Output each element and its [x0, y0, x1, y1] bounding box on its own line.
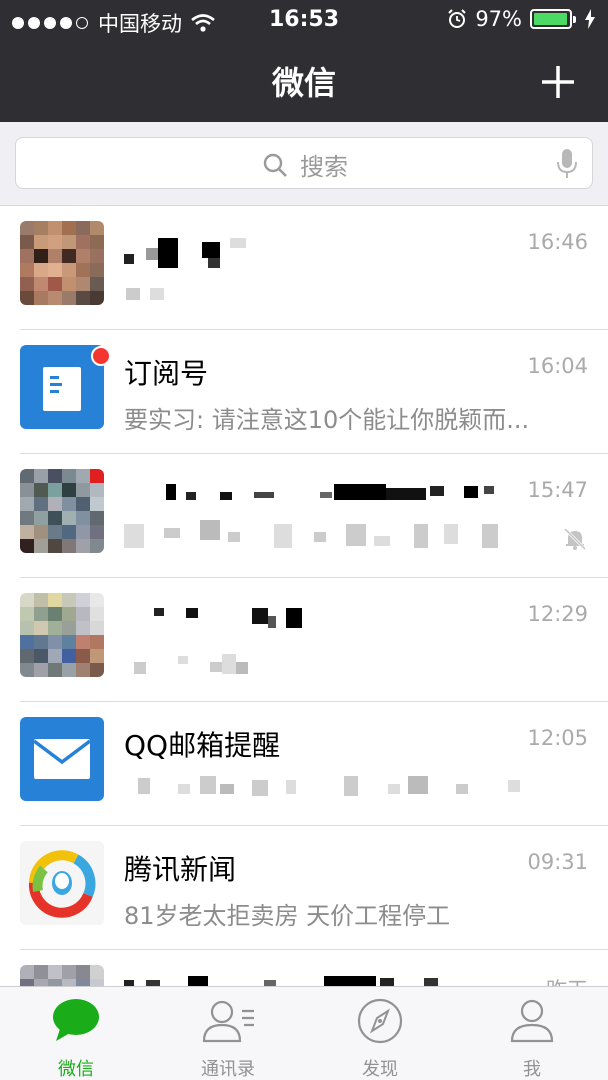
chat-preview: 要实习: 请注意这10个能让你脱颖而...	[124, 406, 530, 434]
blurred-name	[124, 238, 246, 300]
chat-row[interactable]: 16:46	[0, 206, 608, 330]
chat-time: 16:04	[527, 354, 588, 378]
chat-row[interactable]: 12:29	[0, 578, 608, 702]
tab-me[interactable]: 我	[456, 987, 608, 1080]
chat-time: 15:47	[527, 478, 588, 502]
nav-bar: 微信	[0, 40, 608, 122]
tab-label: 通讯录	[201, 1059, 255, 1080]
tab-chats[interactable]: 微信	[0, 987, 152, 1080]
blurred-preview	[138, 776, 520, 796]
search-icon	[263, 153, 287, 177]
contacts-icon	[202, 1000, 254, 1043]
status-bar: 中国移动 16:53 97%	[0, 0, 608, 40]
battery-percent: 97%	[475, 7, 522, 31]
envelope-icon	[32, 739, 92, 779]
chat-row[interactable]: 腾讯新闻 81岁老太拒卖房 天价工程停工 09:31	[0, 826, 608, 950]
qq-mail-avatar	[20, 717, 104, 801]
tab-contacts[interactable]: 通讯录	[152, 987, 304, 1080]
compass-icon	[357, 998, 403, 1044]
tab-label: 微信	[58, 1059, 94, 1080]
muted-bell-icon	[563, 527, 587, 551]
search-section: 搜索	[0, 122, 608, 206]
chat-time: 16:46	[527, 230, 588, 254]
tencent-news-logo	[28, 850, 96, 918]
microphone-icon[interactable]	[556, 148, 578, 180]
chat-row[interactable]: 订阅号 要实习: 请注意这10个能让你脱颖而... 16:04	[0, 330, 608, 454]
group-avatar	[20, 593, 104, 677]
page-title: 微信	[271, 64, 336, 102]
chat-time: 12:29	[527, 602, 588, 626]
chat-list: 16:46 订阅号 要实习: 请注意这10个能让你脱颖而... 16:04 15…	[0, 206, 608, 1074]
tab-discover[interactable]: 发现	[304, 987, 456, 1080]
plus-icon[interactable]	[538, 62, 578, 102]
chat-row[interactable]: 15:47	[0, 454, 608, 578]
blurred-name	[134, 608, 302, 674]
status-right: 97%	[447, 7, 596, 31]
unread-badge-dot	[91, 346, 111, 366]
avatar	[20, 221, 104, 305]
tencent-news-avatar	[20, 841, 104, 925]
alarm-icon	[448, 9, 467, 28]
tab-label: 我	[523, 1059, 541, 1080]
group-avatar	[20, 469, 104, 553]
battery-icon	[530, 9, 576, 29]
chat-time: 09:31	[527, 850, 588, 874]
chat-bubble-icon	[53, 999, 99, 1041]
search-placeholder: 搜索	[300, 153, 348, 181]
tab-bar: 微信 通讯录 发现 我	[0, 986, 608, 1080]
chat-time: 12:05	[527, 726, 588, 750]
chat-row[interactable]: QQ邮箱提醒 12:05	[0, 702, 608, 826]
chat-preview: 81岁老太拒卖房 天价工程停工	[124, 902, 451, 930]
tab-label: 发现	[362, 1059, 398, 1080]
person-icon	[510, 999, 554, 1043]
chat-name: 腾讯新闻	[124, 853, 237, 886]
chat-name: QQ邮箱提醒	[124, 729, 281, 762]
chat-name: 订阅号	[124, 357, 209, 390]
search-input[interactable]: 搜索	[15, 137, 593, 189]
blurred-name	[124, 484, 498, 548]
charging-bolt-icon	[585, 9, 595, 29]
